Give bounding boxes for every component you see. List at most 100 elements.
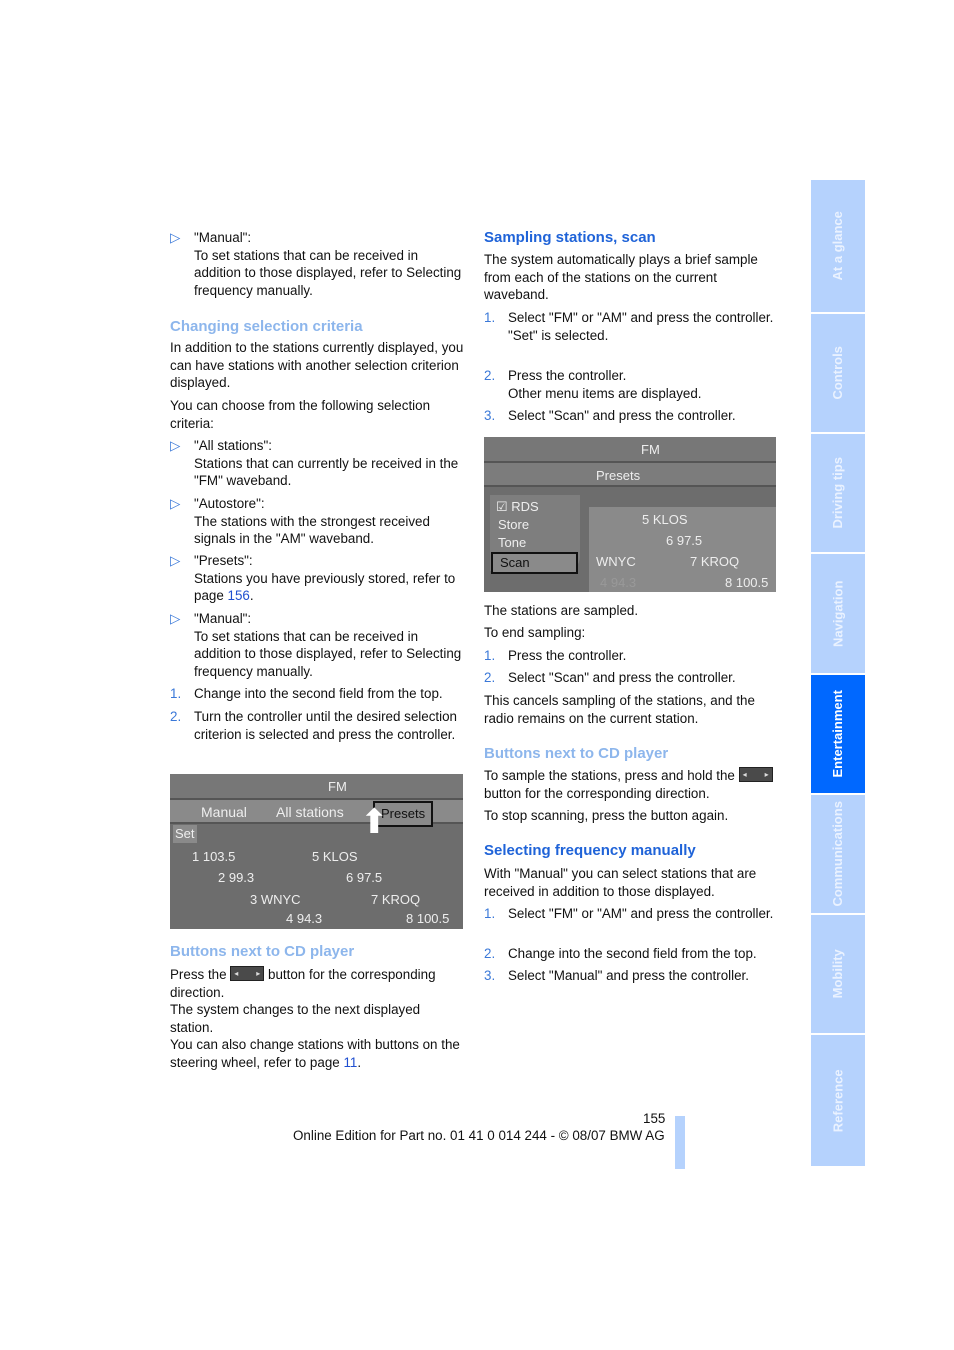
text: To sample the stations, press and hold t… [484,768,739,783]
step-number: 1. [484,310,496,325]
page-marker-bar [675,1116,685,1169]
step-number: 1. [484,648,496,663]
text: Press the [170,967,231,982]
preset: 8 100.5 [406,911,450,926]
step-result: Other menu items are displayed. [508,385,702,401]
step-number: 2. [484,946,496,961]
menu-store: Store [498,517,530,532]
page-link[interactable]: 11 [343,1055,357,1070]
bullet-title: "Manual": [194,611,252,626]
sidebar-tab-controls[interactable]: Controls [811,314,865,432]
bullet-item: ▷ "Presets": Stations you have previously … [170,552,464,605]
station: 5 KLOS [642,512,688,527]
paragraph: Press the ◂ ▸ button for the correspondin… [170,966,464,1001]
step: 1. Select "FM" or "AM" and press the cont… [484,309,778,344]
triangle-bullet-icon: ▷ [170,553,181,568]
text: You can also change stations with button… [170,1037,460,1070]
step-text: Select "Scan" and press the controller. [508,408,736,423]
paragraph: The system automatically plays a brief s… [484,252,758,303]
paragraph: You can choose from the following select… [170,398,431,431]
paragraph: The system changes to the next displayed… [170,1002,421,1035]
station: 7 KROQ [690,554,740,569]
triangle-bullet-icon: ▷ [170,438,181,453]
preset: 4 94.3 [286,911,323,926]
paragraph: You can also change stations with button… [170,1036,464,1071]
tab-manual: Manual [201,804,247,820]
step: 2. Select "Scan" and press the controller… [484,669,778,687]
step: 2. Change into the second field from the … [484,945,778,963]
step-number: 2. [484,368,496,383]
preset: 1 103.5 [192,849,236,864]
preset: 7 KROQ [371,892,421,907]
heading-changing-criteria: Changing selection criteria [170,318,363,335]
step-text: Turn the controller until the desired se… [194,709,457,742]
text: button for the corresponding direction. [484,785,710,801]
step: 1. Select "FM" or "AM" and press the cont… [484,905,778,923]
presets-label: Presets [596,468,641,483]
tab-label: Entertainment [830,690,846,778]
sidebar-tab-entertainment[interactable]: Entertainment [811,675,865,793]
text: . [249,588,254,604]
step-text: Select "Manual" and press the controller… [508,968,749,983]
step: 3. Select "Scan" and press the controller… [484,407,778,425]
band-label: FM [641,442,660,457]
preset: 6 97.5 [346,870,383,885]
preset: 3 WNYC [250,892,301,907]
manual-page: ▷ "Manual": To set stations that can be re… [0,0,954,1350]
preset: 5 KLOS [312,849,358,864]
step: 2. Press the controller. Other menu items … [484,367,778,402]
station: 8 100.5 [725,575,769,590]
step-text: Press the controller. [508,368,627,383]
triangle-bullet-icon: ▷ [170,230,181,245]
paragraph: The stations are sampled. [484,603,639,618]
bullet-text: Stations that can currently be received … [194,455,459,489]
bullet-title: "Autostore": [194,496,265,511]
tab-label: Reference [830,1069,846,1132]
step-text: Select "FM" or "AM" and press the contro… [508,906,774,921]
station: 4 94.3 [600,575,637,590]
paragraph: In addition to the stations currently di… [170,340,464,391]
bullet-title: "All stations": [194,438,272,453]
step-text: Change into the second field from the to… [194,686,443,701]
step: 1. Change into the second field from the … [170,685,464,703]
pointer-arrow-icon: ⬆ [360,803,389,841]
bullet-text: The stations with the strongest received… [194,513,430,547]
tab-all-stations: All stations [276,804,344,820]
paragraph: This cancels sampling of the stations, a… [484,693,755,726]
sidebar-tab-at-a-glance[interactable]: At a glance [811,180,865,312]
seek-button-icon: ◂ ▸ [230,966,265,981]
triangle-bullet-icon: ▷ [170,496,181,511]
paragraph: With "Manual" you can select stations th… [484,866,757,899]
sidebar-tab-reference[interactable]: Reference [811,1035,865,1166]
bullet-text: Stations you have previously stored, ref… [194,570,464,605]
paragraph: To end sampling: [484,625,586,640]
sidebar-tab-navigation[interactable]: Navigation [811,554,865,673]
page-number: 155 [643,1111,666,1126]
tab-label: Mobility [830,949,846,999]
step: 1. Press the controller. [484,647,778,665]
bullet-item: ▷ "Manual": To set stations that can be re… [170,610,464,680]
menu-rds: ☑ RDS [496,499,539,514]
menu-scan: Scan [491,552,578,574]
sidebar-tab-driving-tips[interactable]: Driving tips [811,434,865,552]
bullet-item: ▷ "All stations": Stations that can curren… [170,437,464,490]
step-number: 3. [484,408,496,423]
heading-selecting-frequency: Selecting frequency manually [484,842,696,859]
tab-label: Controls [830,346,846,400]
heading-buttons-cd: Buttons next to CD player [170,943,355,960]
step-number: 3. [484,968,496,983]
triangle-bullet-icon: ▷ [170,611,181,626]
page-link[interactable]: 156 [228,588,250,603]
step-number: 1. [170,686,182,701]
text: . [357,1054,362,1070]
sidebar-tab-communications[interactable]: Communications [811,795,865,913]
preset: 2 99.3 [218,870,255,885]
step-result: "Set" is selected. [508,327,609,343]
tab-label: At a glance [830,211,846,281]
paragraph: To stop scanning, press the button again… [484,808,729,823]
menu-label: RDS [511,499,539,514]
sidebar-tab-mobility[interactable]: Mobility [811,915,865,1033]
paragraph: To sample the stations, press and hold t… [484,767,778,802]
station: WNYC [596,554,636,569]
step-number: 1. [484,906,496,921]
